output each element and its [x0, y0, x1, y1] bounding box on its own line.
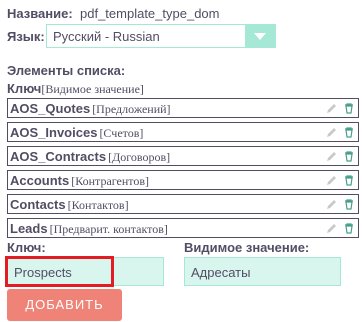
trash-icon[interactable] — [344, 199, 354, 210]
list-header: Ключ[Видимое значение] — [7, 80, 144, 98]
trash-icon[interactable] — [344, 127, 354, 138]
list-item-key: AOS_Invoices — [10, 125, 98, 140]
language-select[interactable]: Русский - Russian — [46, 24, 276, 48]
list-item: Contacts [Контактов] — [7, 194, 359, 214]
list-item: AOS_Quotes [Предложений] — [7, 98, 359, 118]
list-header-key: Ключ — [7, 81, 42, 96]
chevron-down-icon[interactable] — [245, 25, 275, 47]
pencil-icon[interactable] — [326, 222, 338, 234]
name-value: pdf_template_type_dom — [80, 6, 220, 21]
pencil-icon[interactable] — [326, 102, 338, 114]
list-item-display: [Предложений] — [92, 102, 171, 116]
new-display-input-value: Адресаты — [191, 265, 251, 280]
add-button[interactable]: ДОБАВИТЬ — [7, 289, 122, 321]
list-item-display: [Предварит. контактов] — [49, 222, 168, 236]
list-item-key: Leads — [10, 221, 48, 236]
list-item: AOS_Invoices [Счетов] — [7, 122, 359, 142]
highlight-annotation — [5, 256, 114, 287]
trash-icon[interactable] — [344, 223, 354, 234]
new-display-input[interactable]: Адресаты — [184, 257, 341, 286]
pencil-icon[interactable] — [326, 174, 338, 186]
pencil-icon[interactable] — [326, 126, 338, 138]
name-label: Название: — [7, 6, 73, 21]
list-item-display: [Контрагентов] — [71, 174, 150, 188]
list-item-key: Accounts — [10, 173, 70, 188]
language-label: Язык: — [7, 29, 45, 44]
list-item-display: [Контактов] — [67, 198, 129, 212]
list-item: AOS_Contracts [Договоров] — [7, 146, 359, 166]
language-select-value: Русский - Russian — [53, 29, 160, 44]
list-item-key: AOS_Quotes — [10, 101, 91, 116]
new-display-label: Видимое значение: — [184, 240, 310, 255]
list-items-label: Элементы списка: — [7, 63, 126, 78]
list-item-key: AOS_Contracts — [10, 149, 107, 164]
trash-icon[interactable] — [344, 151, 354, 162]
pencil-icon[interactable] — [326, 150, 338, 162]
trash-icon[interactable] — [344, 103, 354, 114]
list-item: Accounts [Контрагентов] — [7, 170, 359, 190]
list-item-key: Contacts — [10, 197, 66, 212]
trash-icon[interactable] — [344, 175, 354, 186]
list-item-display: [Счетов] — [99, 126, 144, 140]
new-key-label: Ключ: — [7, 240, 46, 255]
list-item: Leads [Предварит. контактов] — [7, 218, 359, 238]
pencil-icon[interactable] — [326, 198, 338, 210]
list-item-display: [Договоров] — [108, 150, 171, 164]
list-header-display: [Видимое значение] — [41, 82, 144, 96]
